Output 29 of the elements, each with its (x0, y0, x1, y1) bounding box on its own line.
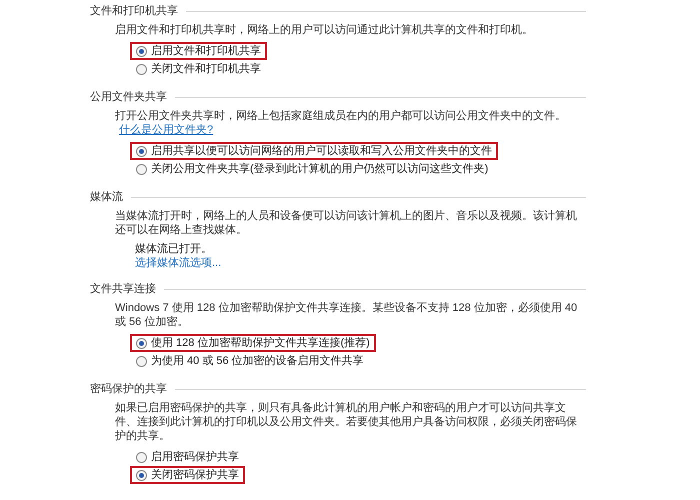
section-heading: 文件共享连接 (90, 282, 156, 296)
radio-button[interactable] (136, 164, 147, 174)
section-heading: 文件和打印机共享 (90, 4, 178, 18)
radio-button[interactable] (136, 46, 147, 56)
radio-option[interactable]: 关闭公用文件夹共享(登录到此计算机的用户仍然可以访问这些文件夹) (130, 160, 494, 178)
section-description: Windows 7 使用 128 位加密帮助保护文件共享连接。某些设备不支持 128 位加密，必须使用 40 或 56 位加密。 (115, 301, 578, 329)
section-heading: 密码保护的共享 (90, 382, 167, 396)
status-text: 媒体流已打开。 (135, 242, 212, 256)
radio-button[interactable] (136, 146, 147, 156)
help-link[interactable]: 什么是公用文件夹? (119, 124, 214, 136)
highlighted-option[interactable]: 使用 128 位加密帮助保护文件共享连接(推荐) (130, 334, 376, 352)
section-heading: 公用文件夹共享 (90, 90, 167, 104)
highlighted-option[interactable]: 关闭密码保护共享 (130, 466, 245, 484)
radio-button[interactable] (136, 64, 147, 74)
section-description: 如果已启用密码保护的共享，则只有具备此计算机的用户帐户和密码的用户才可以访问共享文件、连接到此计算机的打印机以及公用文件夹。若要使其他用户具备访问权限，必须关闭密码保护的共享。 (115, 401, 578, 443)
highlighted-option[interactable]: 启用文件和打印机共享 (130, 42, 267, 60)
radio-button[interactable] (136, 470, 147, 480)
radio-option[interactable]: 启用密码保护共享 (130, 448, 245, 466)
section-heading: 媒体流 (90, 190, 123, 204)
radio-button[interactable] (136, 338, 147, 348)
radio-option[interactable]: 为使用 40 或 56 位加密的设备启用文件共享 (130, 352, 370, 370)
radio-button[interactable] (136, 452, 147, 462)
radio-button[interactable] (136, 356, 147, 366)
radio-option[interactable]: 关闭文件和打印机共享 (130, 60, 267, 78)
highlighted-option[interactable]: 启用共享以便可以访问网络的用户可以读取和写入公用文件夹中的文件 (130, 142, 498, 160)
section-description: 启用文件和打印机共享时，网络上的用户可以访问通过此计算机共享的文件和打印机。 (115, 23, 534, 37)
options-link[interactable]: 选择媒体流选项... (135, 256, 222, 270)
section-description: 打开公用文件夹共享时，网络上包括家庭组成员在内的用户都可以访问公用文件夹中的文件。 什么是公用文件夹? (115, 109, 567, 137)
section-description: 当媒体流打开时，网络上的人员和设备便可以访问该计算机上的图片、音乐以及视频。该计算机还可以在网络上查找媒体。 (115, 209, 578, 237)
